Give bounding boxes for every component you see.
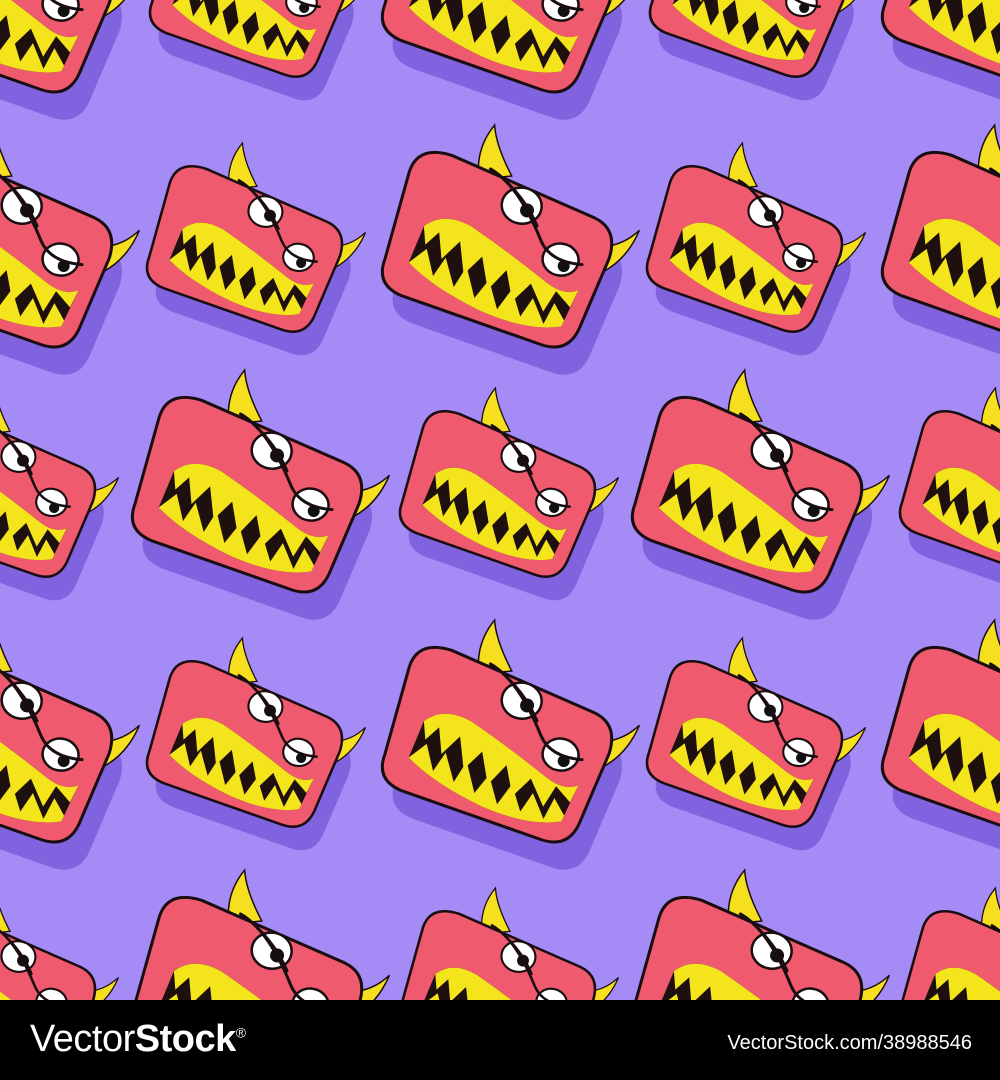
registered-mark: ® bbox=[235, 1024, 246, 1041]
vectorstock-logo[interactable]: VectorStock® bbox=[30, 1018, 246, 1061]
brand-part1: Vector bbox=[30, 1018, 135, 1060]
stock-reference[interactable]: VectorStock.com/38988546 bbox=[727, 1032, 972, 1055]
monster-pattern bbox=[0, 0, 1000, 1000]
brand-part2: Stock bbox=[134, 1018, 236, 1060]
footer-bar: VectorStock® VectorStock.com/38988546 bbox=[0, 1000, 1000, 1080]
